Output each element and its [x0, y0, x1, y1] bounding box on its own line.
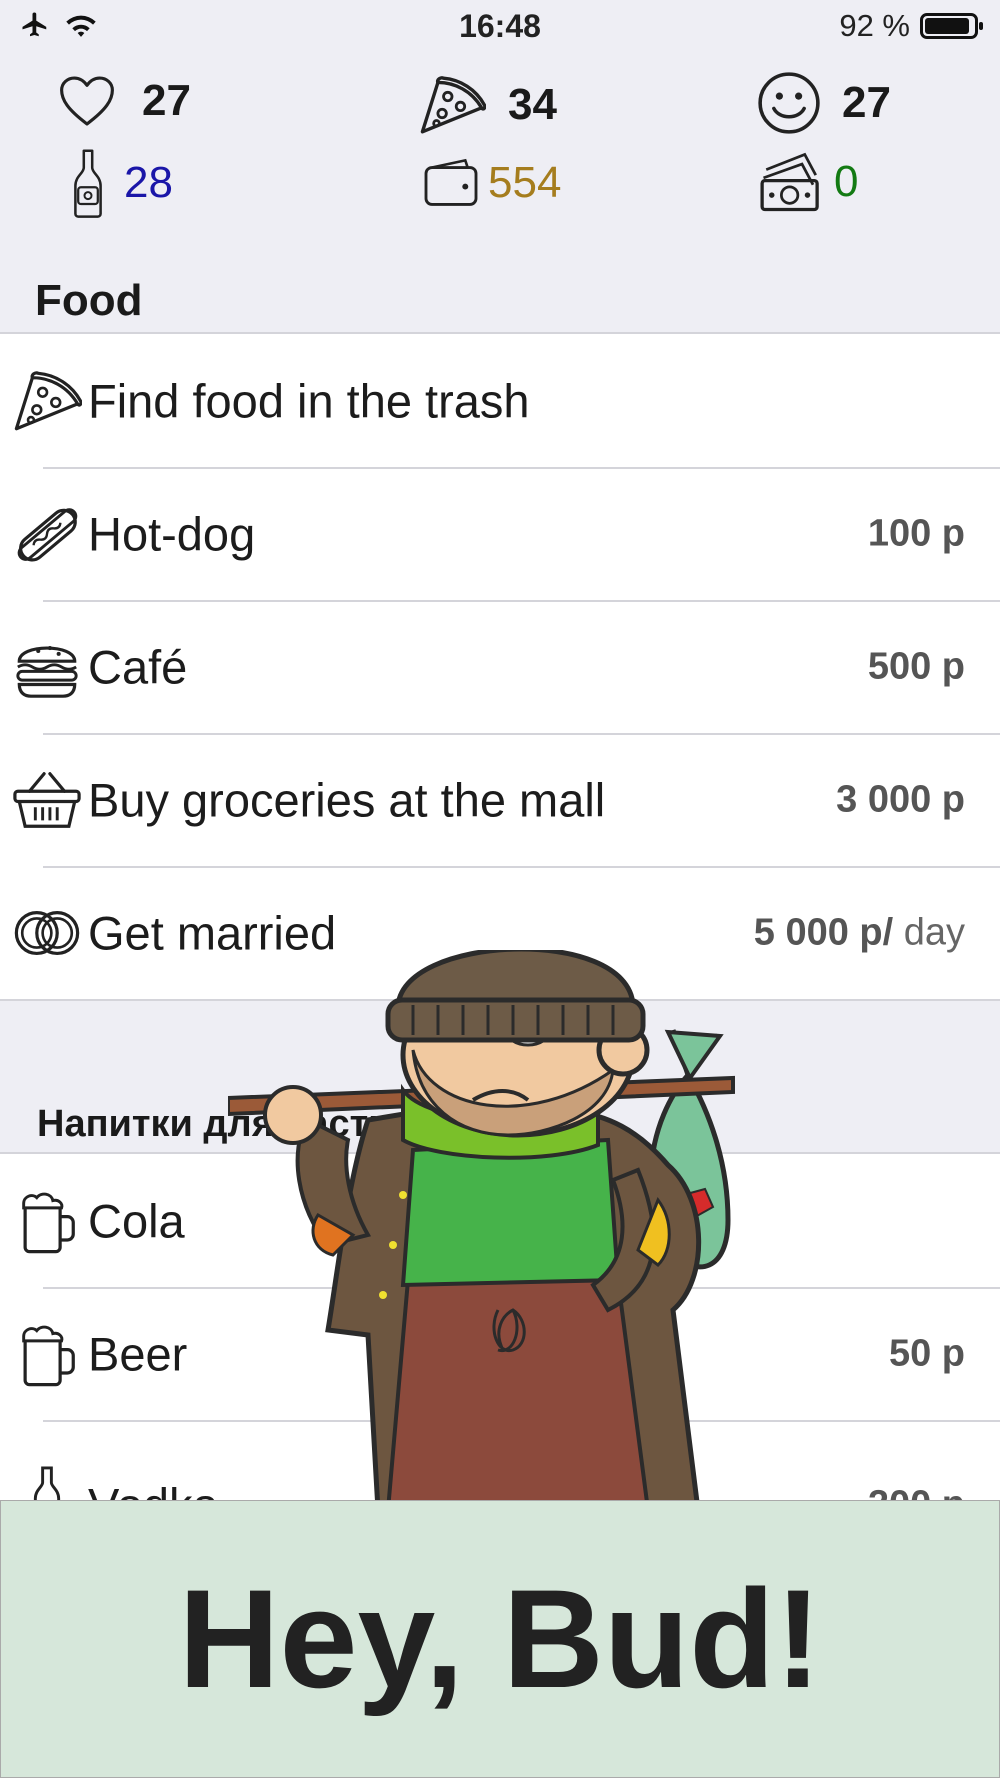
- health-stat: 27: [58, 74, 191, 128]
- dollars-stat: 0: [758, 150, 858, 214]
- list-item-label: Find food in the trash: [88, 374, 530, 427]
- beer-mug-icon: [22, 1325, 75, 1386]
- list-item-find-food[interactable]: Find food in the trash: [0, 334, 1000, 467]
- mood-stat: 27: [756, 70, 891, 136]
- list-item-cafe[interactable]: Café 500 р: [0, 600, 1000, 733]
- battery-icon: [920, 13, 983, 39]
- list-item-label: Cola: [88, 1194, 185, 1247]
- alcohol-value: 28: [124, 158, 173, 207]
- food-section-title: Food: [35, 276, 143, 325]
- money-value: 554: [488, 158, 562, 207]
- list-item-price: 3 000 р: [836, 778, 965, 820]
- homeless-mascot-illustration: [228, 950, 735, 1510]
- dollars-value: 0: [834, 157, 859, 206]
- hotdog-icon: [17, 507, 78, 562]
- cash-icon: [760, 152, 819, 212]
- list-item-price: 5 000 р/ day: [754, 911, 965, 954]
- pizza-slice-icon: [14, 370, 82, 430]
- money-stat: 554: [422, 158, 561, 208]
- food-value: 34: [508, 80, 557, 129]
- list-item-label: Buy groceries at the mall: [88, 773, 606, 826]
- bottle-icon: [74, 149, 102, 218]
- burger-icon: [16, 645, 78, 698]
- battery-percent: 92 %: [839, 8, 910, 43]
- stats-panel: 27 34 27 28 554 0: [0, 62, 1000, 232]
- list-item-label: Café: [88, 640, 188, 693]
- food-list: Find food in the trash Hot-dog 100 р Caf…: [0, 332, 1000, 1001]
- price-amount: 5 000 р/: [753, 911, 894, 953]
- basket-icon: [13, 771, 81, 828]
- list-item-hotdog[interactable]: Hot-dog 100 р: [0, 467, 1000, 600]
- heart-icon: [60, 76, 114, 126]
- rings-icon: [14, 910, 80, 955]
- wallet-icon: [424, 158, 478, 206]
- list-item-groceries[interactable]: Buy groceries at the mall 3 000 р: [0, 733, 1000, 866]
- price-period: day: [893, 911, 965, 953]
- food-stat: 34: [418, 74, 557, 136]
- banner-ad[interactable]: Hey, Bud!: [0, 1500, 1000, 1778]
- mood-value: 27: [842, 78, 891, 127]
- list-item-price: 500 р: [867, 645, 965, 687]
- list-item-price: 100 р: [867, 512, 965, 554]
- list-item-price: 50 р: [888, 1332, 965, 1374]
- banner-text: Hey, Bud!: [178, 1560, 822, 1717]
- health-value: 27: [142, 76, 191, 125]
- pizza-icon: [420, 76, 486, 134]
- list-item-label: Beer: [88, 1327, 188, 1380]
- beer-mug-icon: [22, 1192, 75, 1253]
- alcohol-stat: 28: [72, 148, 173, 218]
- status-bar: 16:48 92 %: [0, 0, 1000, 54]
- smiley-icon: [758, 72, 820, 134]
- bottle-icon: [33, 1466, 61, 1504]
- list-item-label: Hot-dog: [88, 507, 256, 560]
